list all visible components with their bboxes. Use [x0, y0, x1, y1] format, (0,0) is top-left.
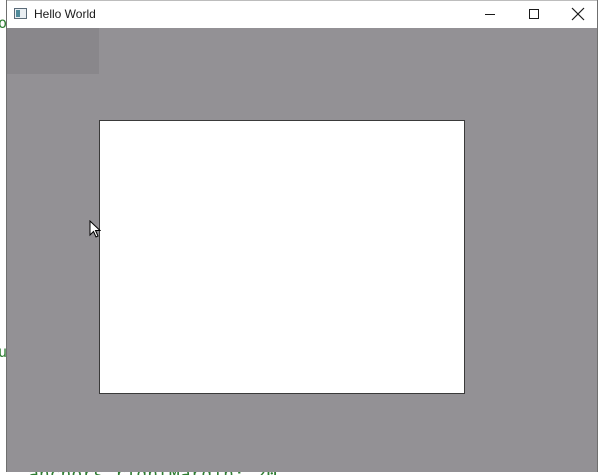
minimize-icon — [485, 14, 495, 15]
content-rectangle[interactable] — [99, 120, 465, 394]
title-bar[interactable]: Hello World — [7, 0, 597, 28]
maximize-icon — [529, 9, 539, 19]
close-icon — [571, 7, 585, 21]
corner-rectangle — [7, 28, 99, 74]
screen: o u anchors.rightMargin: 20 Hello World — [0, 0, 600, 475]
window-title: Hello World — [34, 7, 96, 21]
close-button[interactable] — [555, 1, 597, 28]
minimize-button[interactable] — [467, 1, 511, 28]
window-client-area — [7, 28, 597, 472]
app-window-icon — [14, 8, 27, 19]
maximize-button[interactable] — [511, 1, 555, 28]
mouse-pointer-icon — [89, 220, 101, 238]
